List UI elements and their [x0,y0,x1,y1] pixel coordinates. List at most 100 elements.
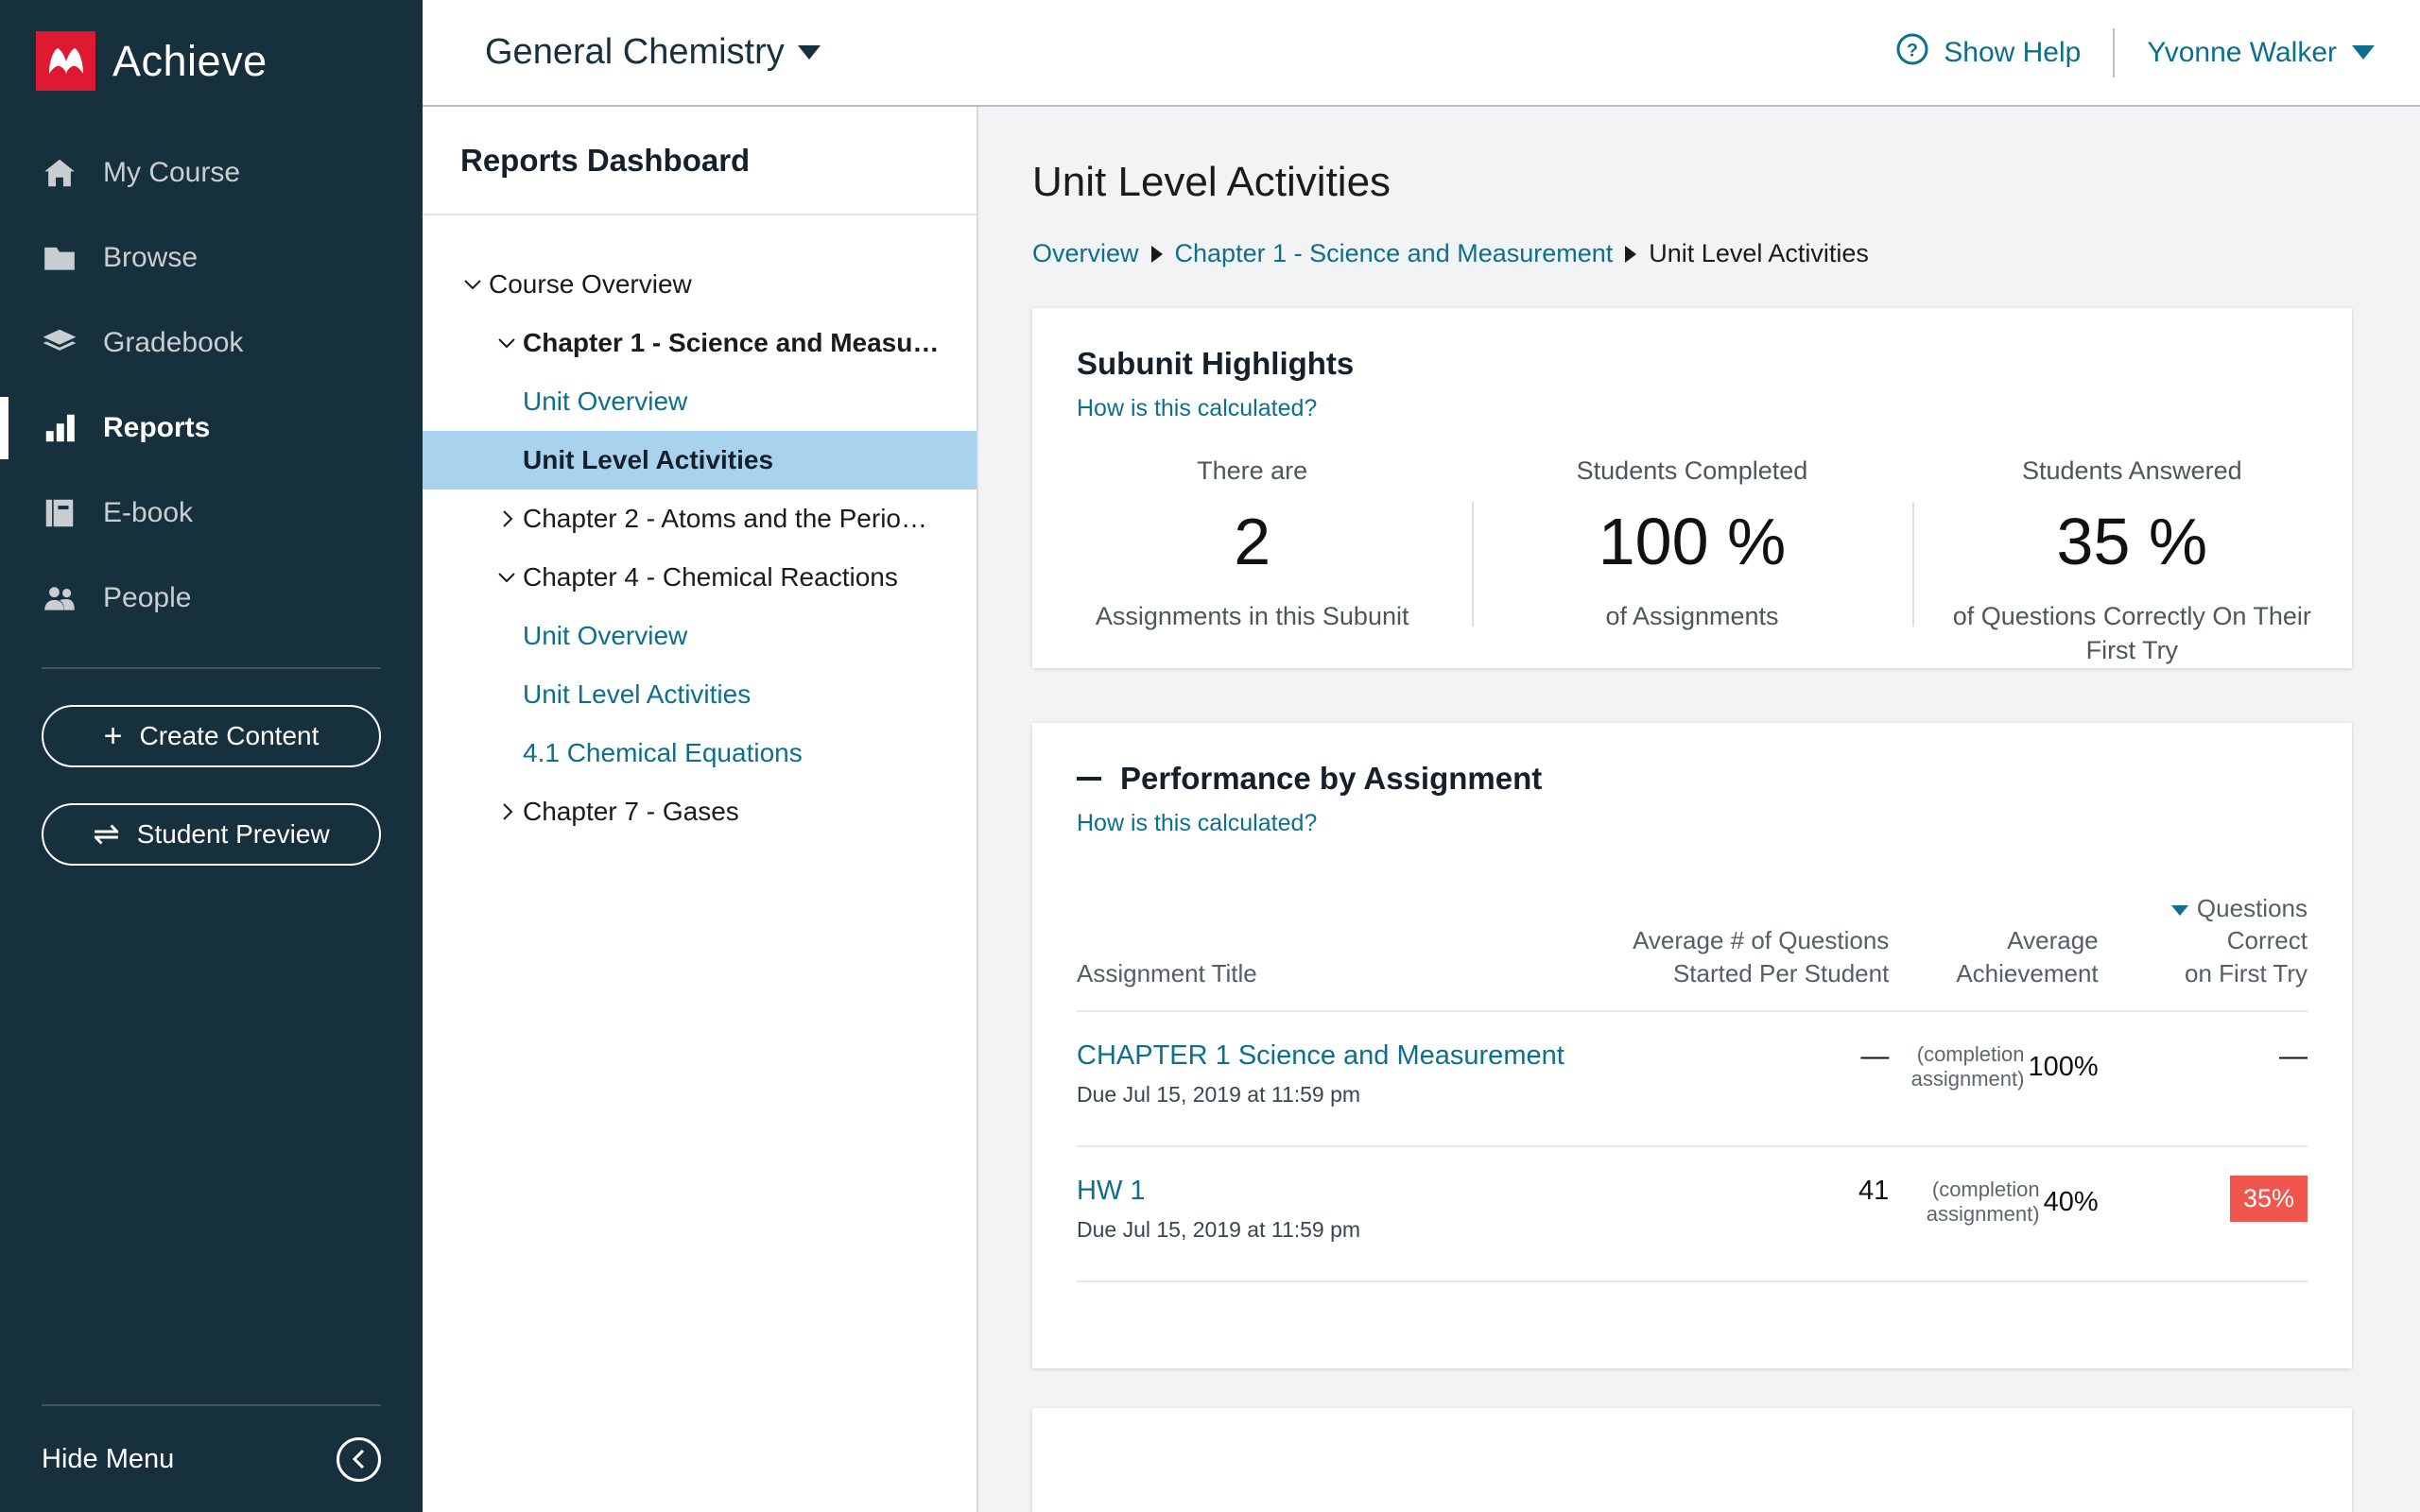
performance-by-assignment-card: Performance by Assignment How is this ca… [1032,722,2352,1368]
col-line-2: Achievement [1956,958,2099,988]
sidebar-item-people[interactable]: People [0,556,423,641]
tree-item-ch1-unit-level-activities[interactable]: Unit Level Activities [423,431,977,490]
sidebar-item-label: E-book [103,497,194,528]
column-assignment-title[interactable]: Assignment Title [1077,892,1618,1011]
folder-icon [42,240,78,276]
stat-value: 100 % [1598,505,1787,578]
stat-bottom-label: of Questions Correctly On Their First Tr… [1952,602,2311,665]
subunit-highlights-card: Subunit Highlights How is this calculate… [1032,308,2352,668]
book-icon [42,495,78,531]
how-is-this-calculated-link[interactable]: How is this calculated? [1077,810,2308,837]
col-line-2: on First Try [2184,958,2308,988]
sidebar-item-label: Reports [103,412,211,443]
create-content-button[interactable]: + Create Content [42,705,381,767]
sidebar-item-ebook[interactable]: E-book [0,471,423,556]
chevron-down-icon[interactable] [491,571,523,584]
tree-item-course-overview[interactable]: Course Overview [423,255,977,314]
tree-item-label: Unit Overview [523,621,688,650]
note-line-1: (completion [1916,1041,2025,1066]
col-line-2: Started Per Student [1672,958,1890,988]
show-help-button[interactable]: ? Show Help [1895,32,2113,74]
page-title: Unit Level Activities [1032,159,1392,205]
tree-item-ch4-unit-level-activities[interactable]: Unit Level Activities [423,665,977,724]
sidebar-item-gradebook[interactable]: Gradebook [0,301,423,386]
bar-chart-icon [42,410,78,446]
tree-item-label: Chapter 2 - Atoms and the Perio… [523,504,927,533]
left-sidebar: Achieve My Course Browse Gradebook Repor… [0,0,423,1512]
assignment-link[interactable]: CHAPTER 1 Science and Measurement [1077,1040,1618,1072]
chevron-right-icon[interactable] [491,801,523,822]
hide-menu-label: Hide Menu [42,1443,175,1474]
status-badge: 35% [2229,1175,2308,1222]
cell-avg-questions: 41 [1858,1175,1890,1206]
sort-descending-icon [2170,904,2188,916]
col-line-1: Average # of Questions [1633,926,1890,955]
sidebar-item-my-course[interactable]: My Course [0,130,423,215]
sidebar-item-label: People [103,582,192,613]
reports-dashboard-heading: Reports Dashboard [423,107,977,215]
chevron-down-icon[interactable] [457,278,489,291]
tree-item-chapter-4[interactable]: Chapter 4 - Chemical Reactions [423,548,977,607]
sidebar-item-label: My Course [103,157,241,188]
tree-item-chapter-7[interactable]: Chapter 7 - Gases [423,782,977,841]
tree-item-label: Chapter 4 - Chemical Reactions [523,562,898,592]
people-icon [42,580,78,616]
tree-item-chapter-2[interactable]: Chapter 2 - Atoms and the Perio… [423,490,977,548]
column-average-achievement[interactable]: Average Achievement [1889,892,2098,1011]
completion-assignment-note: (completion assignment) [1927,1177,2040,1228]
performance-table: Assignment Title Average # of Questions … [1077,892,2308,1368]
sidebar-item-reports[interactable]: Reports [0,386,423,471]
note-line-2: assignment) [1926,1202,2040,1227]
cell-first-try: — [2099,1011,2308,1146]
stat-value: 35 % [2056,505,2208,578]
achievement-value: 40% [2043,1186,2099,1217]
tree-item-label: 4.1 Chemical Equations [523,738,803,767]
tree-item-4-1-chemical-equations[interactable]: 4.1 Chemical Equations [423,724,977,782]
tree-item-label: Unit Level Activities [523,445,774,474]
stat-bottom-label: of Assignments [1605,602,1779,630]
how-is-this-calculated-link[interactable]: How is this calculated? [1077,395,2308,422]
table-row: CHAPTER 1 Science and Measurement Due Ju… [1077,1010,2308,1146]
student-preview-label: Student Preview [136,819,330,849]
main-content: Unit Level Activities Overview Chapter 1… [978,107,2420,1512]
cell-average-achievement: (completion assignment) 40% [1889,1146,2099,1281]
chevron-down-icon[interactable] [491,336,523,350]
tree-item-label: Unit Level Activities [523,679,752,709]
breadcrumb-item-overview[interactable]: Overview [1032,239,1139,268]
breadcrumb-item-chapter-1[interactable]: Chapter 1 - Science and Measurement [1175,239,1614,268]
performance-title-row: Performance by Assignment [1077,761,2308,797]
stat-value: 2 [1234,505,1271,578]
tree-item-chapter-1[interactable]: Chapter 1 - Science and Measu… [423,314,977,372]
column-questions-correct-first-try[interactable]: Questions Correct on First Try [2099,892,2308,1011]
reports-tree: Course Overview Chapter 1 - Science and … [423,215,977,841]
user-menu[interactable]: Yvonne Walker [2115,37,2375,69]
sidebar-divider [42,667,381,669]
tree-item-ch1-unit-overview[interactable]: Unit Overview [423,372,977,431]
column-avg-questions-started[interactable]: Average # of Questions Started Per Stude… [1618,892,1889,1011]
student-preview-button[interactable]: ⇌ Student Preview [42,803,381,866]
breadcrumb-item-current: Unit Level Activities [1649,239,1869,267]
completion-assignment-note: (completion assignment) [1911,1042,2025,1092]
tree-item-label: Chapter 7 - Gases [523,797,739,826]
tree-item-ch4-unit-overview[interactable]: Unit Overview [423,607,977,665]
col-line-1: Questions Correct [2196,893,2308,955]
chevron-right-icon[interactable] [491,508,523,529]
tree-item-label: Unit Overview [523,387,688,416]
collapse-minus-icon[interactable] [1077,776,1101,781]
stat-top-label: There are [1197,456,1308,485]
highlight-stats: There are 2 Assignments in this Subunit … [1032,456,2352,668]
tree-item-label: Course Overview [489,269,692,299]
stat-assignments-count: There are 2 Assignments in this Subunit [1032,456,1472,668]
stat-top-label: Students Answered [2021,456,2242,485]
assignment-link[interactable]: HW 1 [1077,1176,1618,1207]
breadcrumb-separator-icon [1150,245,1163,263]
brand-logo[interactable]: Achieve [0,0,423,91]
chevron-left-circle-icon [337,1436,381,1482]
course-selector[interactable]: General Chemistry [485,32,821,73]
top-bar-right: ? Show Help Yvonne Walker [1895,27,2375,77]
reports-tree-panel: Reports Dashboard Course Overview Chapte… [423,107,978,1512]
hide-menu-button[interactable]: Hide Menu [0,1406,423,1512]
tree-item-label: Chapter 1 - Science and Measu… [523,328,940,357]
achievement-value: 100% [2028,1051,2099,1082]
sidebar-item-browse[interactable]: Browse [0,215,423,301]
